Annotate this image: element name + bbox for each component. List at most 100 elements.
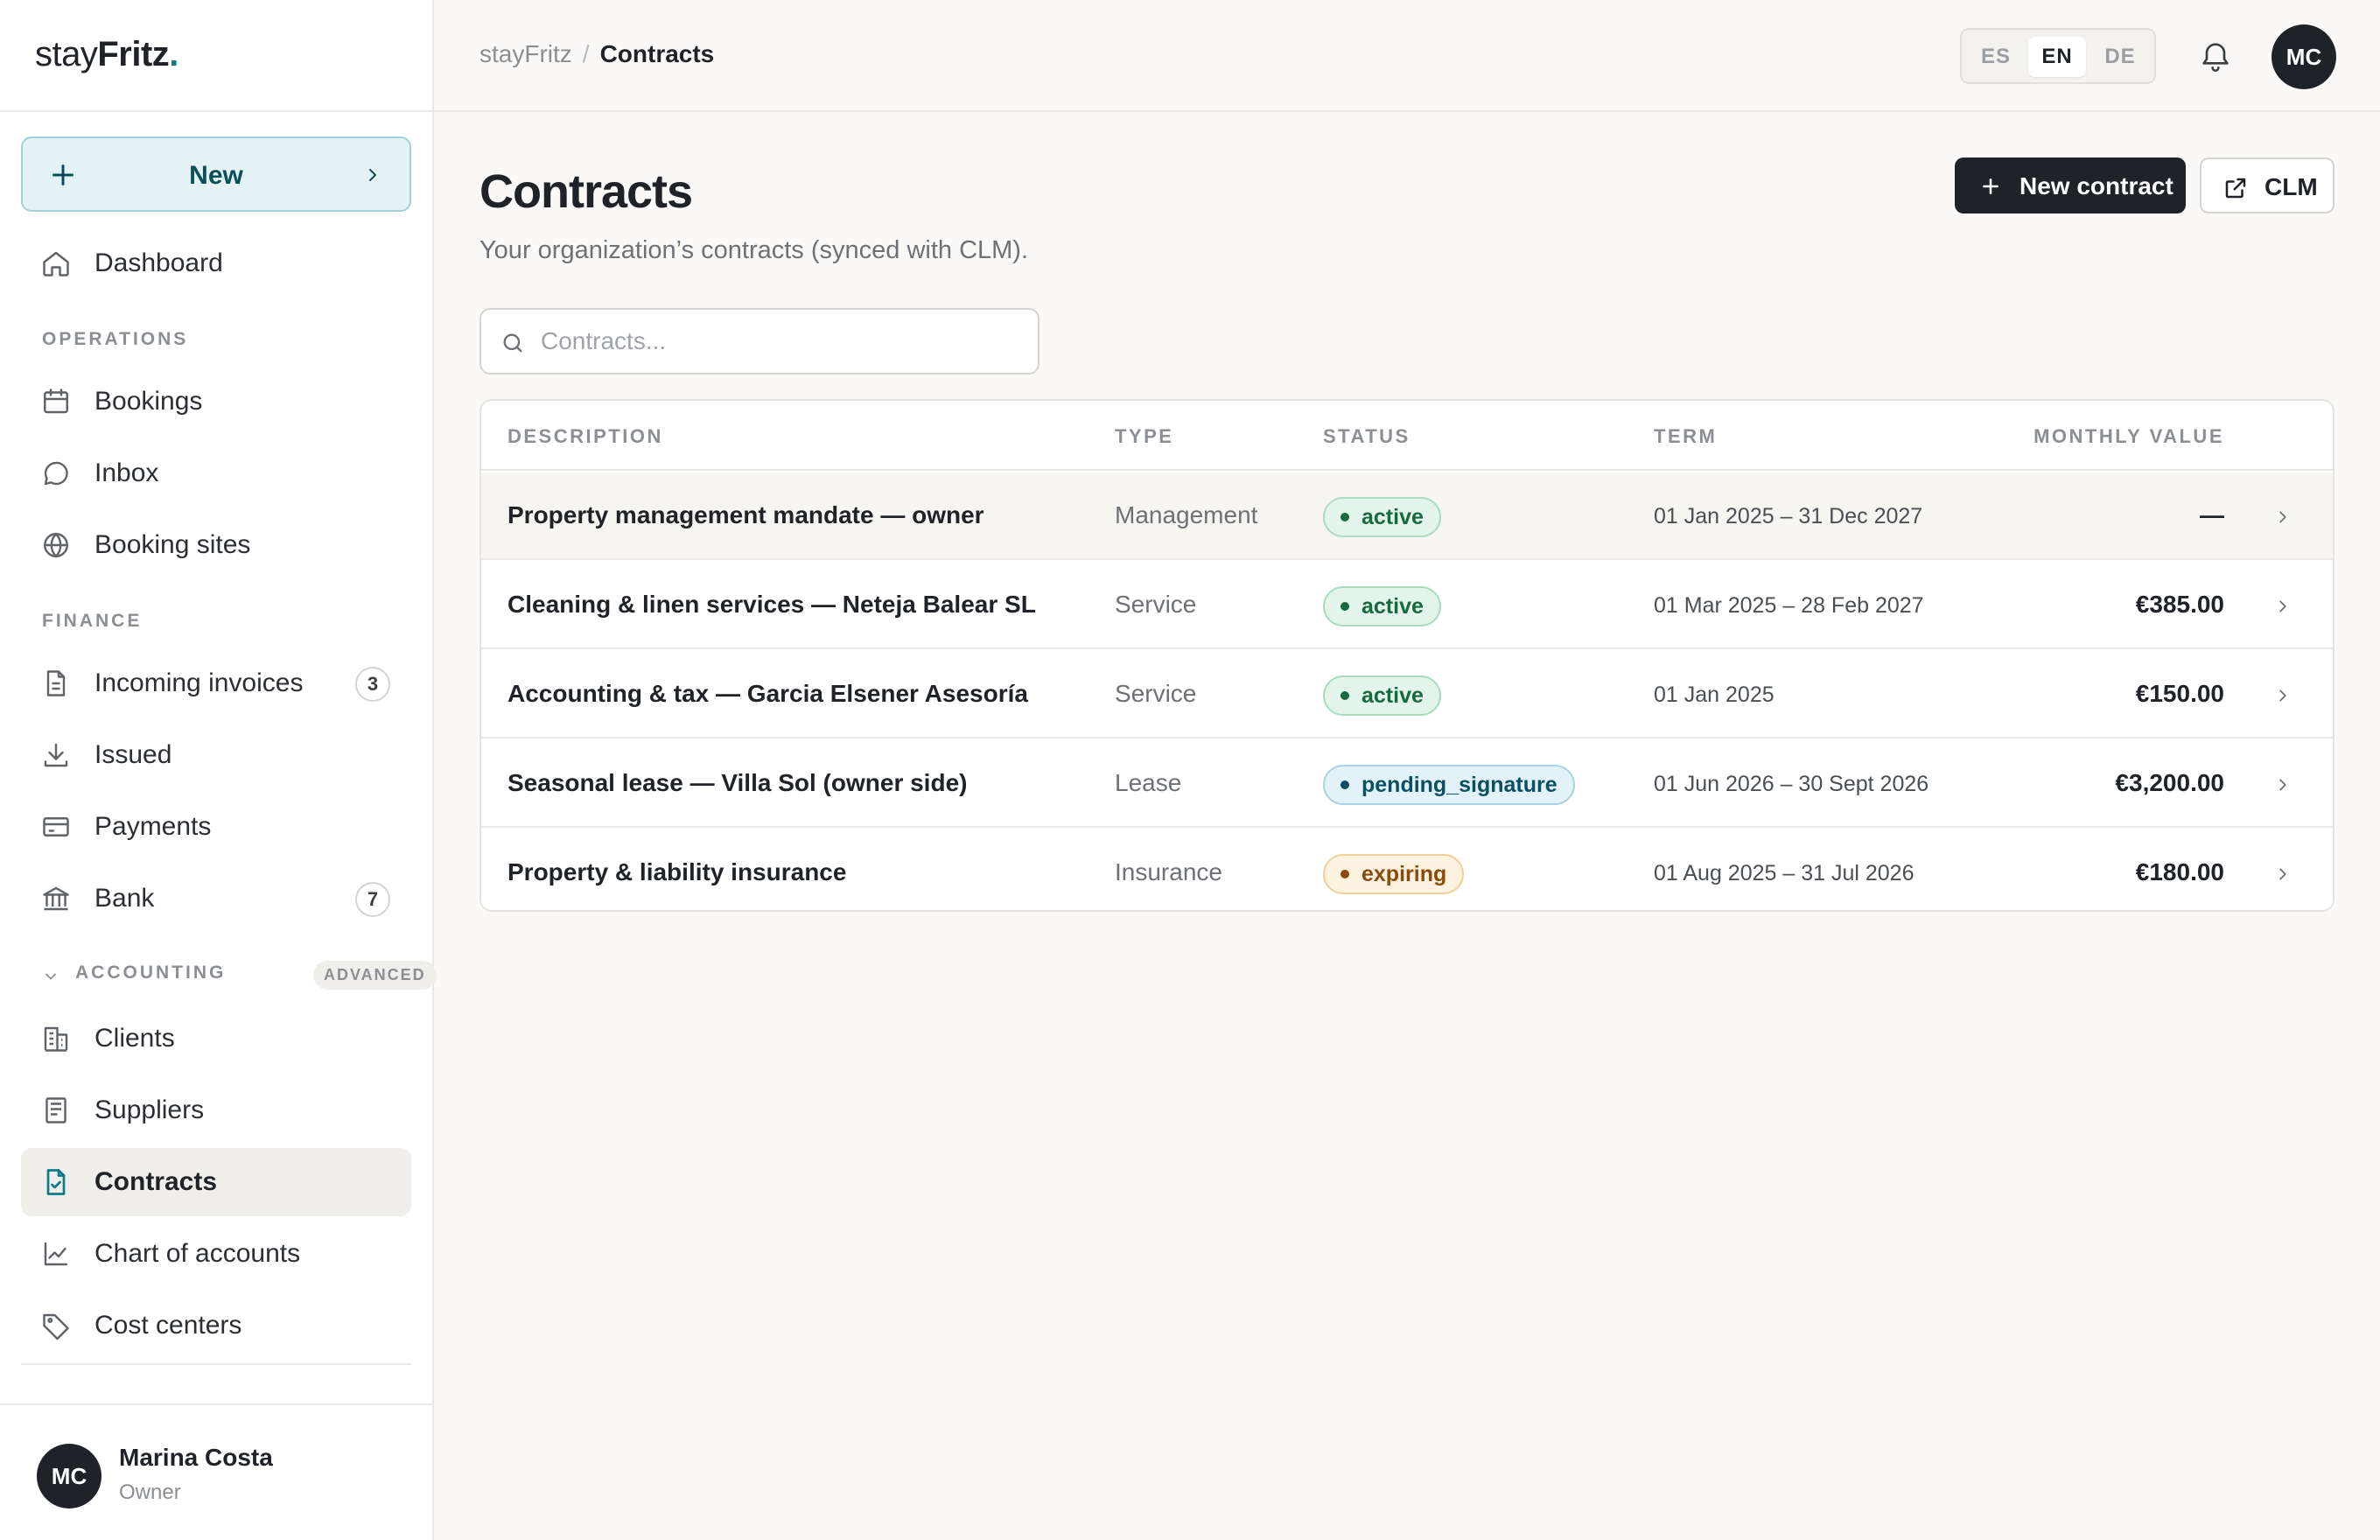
chevron-right-icon[interactable] [2273, 864, 2292, 884]
advanced-badge: ADVANCED [313, 961, 437, 990]
table-row[interactable]: Seasonal lease — Villa Sol (owner side) … [481, 740, 2333, 828]
sidebar-item-label: Cost centers [94, 1311, 242, 1340]
search-icon [500, 331, 525, 355]
breadcrumb-current: Contracts [599, 40, 715, 67]
status-badge: active [1323, 497, 1441, 537]
user-role: Owner [119, 1480, 181, 1504]
column-header-monthly-value[interactable]: MONTHLY VALUE [2034, 425, 2224, 448]
chevron-right-icon [362, 164, 383, 186]
clm-button[interactable]: CLM [2200, 158, 2334, 214]
sidebar-item-clients[interactable]: Clients [21, 1004, 411, 1073]
accounting-section-toggle[interactable]: ACCOUNTING ADVANCED [42, 961, 437, 990]
table-row[interactable]: Cleaning & linen services — Neteja Balea… [481, 562, 2333, 649]
avatar: MC [37, 1444, 102, 1508]
chevron-right-icon[interactable] [2273, 775, 2292, 794]
status-text: active [1362, 593, 1424, 619]
sidebar-item-label: Payments [94, 812, 212, 841]
sidebar: stayFritz. New Dashboard OPERATIONS Book… [0, 0, 437, 1540]
status-badge: active [1323, 586, 1441, 626]
sidebar-item-label: Bank [94, 884, 155, 913]
sidebar-item-bookings[interactable]: Bookings [21, 368, 411, 436]
contract-term: 01 Mar 2025 – 28 Feb 2027 [1654, 593, 1924, 618]
status-dot [1340, 780, 1349, 789]
sidebar-item-bank[interactable]: Bank 7 [21, 864, 411, 933]
sidebar-item-chart-of-accounts[interactable]: Chart of accounts [21, 1220, 411, 1288]
contract-description: Accounting & tax — Garcia Elsener Asesor… [508, 680, 1028, 707]
chevron-down-icon [42, 968, 60, 985]
language-option-es[interactable]: ES [1967, 37, 2025, 77]
status-text: active [1362, 682, 1424, 708]
globe-icon [40, 529, 72, 561]
chat-bubble-icon [40, 458, 72, 489]
contract-description: Seasonal lease — Villa Sol (owner side) [508, 769, 968, 796]
sidebar-item-booking-sites[interactable]: Booking sites [21, 511, 411, 579]
divider [21, 1363, 411, 1365]
sidebar-item-label: Dashboard [94, 248, 223, 277]
sidebar-item-label: Inbox [94, 458, 159, 487]
status-text: active [1362, 504, 1424, 529]
table-row[interactable]: Property & liability insurance Insurance… [481, 830, 2333, 910]
new-button[interactable]: New [21, 136, 411, 212]
search-box[interactable] [480, 308, 1040, 374]
breadcrumb-separator: / [582, 40, 590, 67]
chevron-right-icon[interactable] [2273, 686, 2292, 705]
sidebar-item-dashboard[interactable]: Dashboard [21, 229, 411, 298]
page-title: Contracts [480, 165, 693, 218]
bell-icon[interactable] [2198, 38, 2233, 74]
contract-type: Service [1115, 680, 1197, 707]
sidebar-item-issued[interactable]: Issued [21, 721, 411, 789]
chevron-right-icon[interactable] [2273, 597, 2292, 616]
new-contract-button[interactable]: New contract [1955, 158, 2186, 214]
search-input[interactable] [541, 322, 1013, 360]
download-icon [40, 739, 72, 771]
section-label-accounting: ACCOUNTING [75, 962, 227, 983]
bank-icon [40, 883, 72, 914]
column-header-description[interactable]: DESCRIPTION [508, 425, 663, 448]
monthly-value: €3,200.00 [2115, 769, 2224, 796]
contract-description: Property management mandate — owner [508, 501, 984, 528]
sidebar-item-label: Issued [94, 740, 172, 769]
contract-type: Service [1115, 591, 1197, 618]
sidebar-item-label: Bookings [94, 387, 203, 416]
contract-type: Lease [1115, 769, 1182, 796]
receipt-icon [40, 1095, 72, 1126]
sidebar-item-inbox[interactable]: Inbox [21, 439, 411, 508]
clm-label: CLM [2264, 173, 2318, 200]
sidebar-item-cost-centers[interactable]: Cost centers [21, 1292, 411, 1360]
sidebar-item-label: Clients [94, 1024, 175, 1053]
sidebar-item-suppliers[interactable]: Suppliers [21, 1076, 411, 1144]
contract-type: Management [1115, 501, 1258, 528]
sidebar-item-contracts[interactable]: Contracts [21, 1148, 411, 1216]
external-link-icon [2222, 175, 2249, 201]
language-switcher: ES EN DE [1960, 28, 2156, 84]
chevron-right-icon[interactable] [2273, 508, 2292, 527]
status-text: pending_signature [1362, 772, 1558, 797]
contract-icon [40, 1166, 72, 1198]
column-header-term[interactable]: TERM [1654, 425, 1717, 448]
sidebar-item-label: Contracts [94, 1167, 218, 1196]
breadcrumb: stayFritz / Contracts [480, 40, 714, 68]
avatar[interactable]: MC [2272, 24, 2336, 89]
sidebar-item-label: Chart of accounts [94, 1239, 301, 1268]
brand-logo[interactable]: stayFritz. [35, 35, 178, 74]
language-option-en[interactable]: EN [2028, 37, 2086, 77]
sidebar-item-incoming-invoices[interactable]: Incoming invoices 3 [21, 649, 411, 718]
table-row[interactable]: Property management mandate — owner Mana… [481, 472, 2333, 560]
contract-description: Property & liability insurance [508, 858, 847, 886]
count-badge: 7 [355, 882, 390, 917]
breadcrumb-root[interactable]: stayFritz [480, 40, 572, 67]
contract-term: 01 Jan 2025 [1654, 682, 1774, 707]
sidebar-item-payments[interactable]: Payments [21, 793, 411, 861]
column-header-status[interactable]: STATUS [1323, 425, 1410, 448]
brand-dot: . [169, 35, 178, 74]
status-badge: active [1323, 676, 1441, 716]
status-dot [1340, 602, 1349, 611]
monthly-value: — [2200, 501, 2224, 528]
status-badge: expiring [1323, 854, 1465, 894]
table-row[interactable]: Accounting & tax — Garcia Elsener Asesor… [481, 651, 2333, 738]
user-card[interactable]: MC Marina Costa Owner [0, 1404, 432, 1540]
column-header-type[interactable]: TYPE [1115, 425, 1173, 448]
divider [0, 110, 432, 112]
contract-description: Cleaning & linen services — Neteja Balea… [508, 591, 1036, 618]
language-option-de[interactable]: DE [2091, 37, 2149, 77]
